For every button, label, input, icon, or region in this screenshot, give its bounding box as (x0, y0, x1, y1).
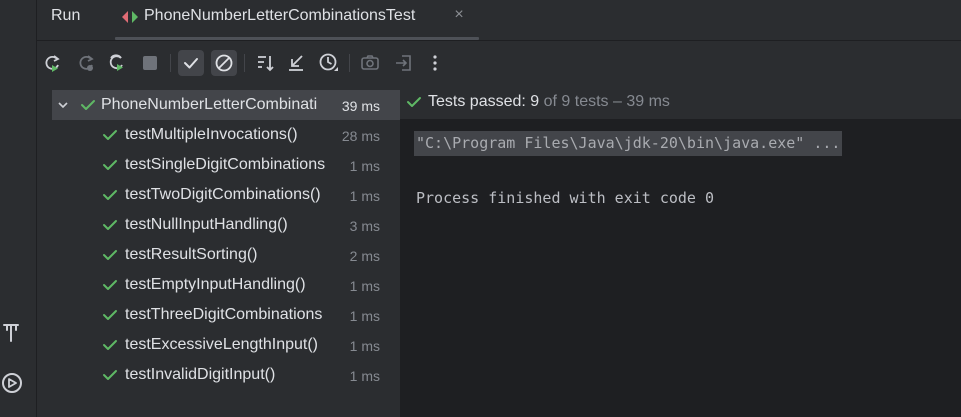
screenshot-icon[interactable] (357, 50, 383, 76)
console-command-line[interactable]: "C:\Program Files\Java\jdk-20\bin\java.e… (414, 131, 843, 156)
check-icon (102, 157, 118, 173)
check-icon (102, 127, 118, 143)
test-name: testEmptyInputHandling() (125, 276, 306, 293)
check-icon (406, 94, 422, 110)
show-passed-icon[interactable] (178, 50, 204, 76)
test-duration: 2 ms (349, 248, 380, 264)
toolbar-separator (244, 54, 245, 72)
sort-by-duration-icon[interactable] (316, 50, 342, 76)
check-icon (102, 307, 118, 323)
more-options-icon[interactable] (422, 50, 448, 76)
toolbar-separator (349, 54, 350, 72)
panel-title: Run (51, 7, 81, 24)
tree-root-time: 39 ms (341, 98, 380, 114)
rerun-failed-icon[interactable] (73, 50, 99, 76)
status-prefix: Tests passed: (428, 93, 531, 110)
build-hammer-icon[interactable] (0, 321, 24, 345)
toggle-auto-test-icon[interactable] (104, 50, 130, 76)
status-suffix: of 9 tests – 39 ms (539, 93, 670, 110)
test-name: testMultipleInvocations() (125, 126, 298, 143)
status-passed-count: 9 (530, 93, 540, 110)
run-panel-header: Run PhoneNumberLetterCombinationsTest × (37, 0, 961, 41)
test-name: testResultSorting() (125, 246, 258, 263)
run-toolbar (37, 41, 961, 85)
test-results-tree: PhoneNumberLetterCombinati 39 ms testMul… (52, 88, 400, 417)
test-name: testThreeDigitCombinations (125, 306, 323, 323)
stop-icon[interactable] (137, 50, 163, 76)
show-ignored-icon[interactable] (211, 50, 237, 76)
check-icon (102, 217, 118, 233)
services-icon[interactable] (0, 371, 24, 395)
test-duration: 1 ms (349, 188, 380, 204)
test-status-bar: Tests passed: 9 of 9 tests – 39 ms (400, 85, 961, 119)
test-run-icon (121, 9, 139, 25)
close-icon[interactable]: × (451, 7, 467, 23)
check-icon (102, 277, 118, 293)
test-row[interactable]: testEmptyInputHandling() 1 ms (52, 270, 400, 300)
sort-alphabetically-icon[interactable] (252, 50, 278, 76)
test-duration: 1 ms (349, 308, 380, 324)
tree-root-row[interactable]: PhoneNumberLetterCombinati 39 ms (52, 90, 400, 120)
toolbar-separator (170, 54, 171, 72)
test-name: testNullInputHandling() (125, 216, 288, 233)
test-row[interactable]: testSingleDigitCombinations 1 ms (52, 150, 400, 180)
test-duration: 1 ms (349, 278, 380, 294)
console-result-line: Process finished with exit code 0 (416, 189, 715, 207)
tab-label: PhoneNumberLetterCombinationsTest (144, 7, 416, 24)
test-duration: 1 ms (349, 338, 380, 354)
rerun-icon[interactable] (39, 50, 65, 76)
test-duration: 1 ms (349, 158, 380, 174)
export-results-icon[interactable] (391, 50, 417, 76)
test-row[interactable]: testNullInputHandling() 3 ms (52, 210, 400, 240)
test-row[interactable]: testThreeDigitCombinations 1 ms (52, 300, 400, 330)
test-duration: 3 ms (349, 218, 380, 234)
check-icon (102, 367, 118, 383)
left-tool-strip (0, 0, 37, 417)
check-icon (80, 97, 96, 113)
check-icon (102, 187, 118, 203)
chevron-down-icon[interactable] (56, 98, 70, 112)
test-name: testInvalidDigitInput() (125, 366, 276, 383)
check-icon (102, 247, 118, 263)
test-duration: 28 ms (341, 128, 380, 144)
test-name: testTwoDigitCombinations() (125, 186, 321, 203)
test-name: testExcessiveLengthInput() (125, 336, 318, 353)
tab-test-run[interactable]: PhoneNumberLetterCombinationsTest × (115, 0, 479, 40)
test-name: testSingleDigitCombinations (125, 156, 326, 173)
test-row[interactable]: testResultSorting() 2 ms (52, 240, 400, 270)
check-icon (102, 337, 118, 353)
test-row[interactable]: testInvalidDigitInput() 1 ms (52, 360, 400, 390)
collapse-all-icon[interactable] (283, 50, 309, 76)
test-status-text: Tests passed: 9 of 9 tests – 39 ms (428, 93, 670, 111)
test-row[interactable]: testTwoDigitCombinations() 1 ms (52, 180, 400, 210)
tree-root-label: PhoneNumberLetterCombinati (101, 96, 318, 113)
test-row[interactable]: testExcessiveLengthInput() 1 ms (52, 330, 400, 360)
test-row[interactable]: testMultipleInvocations() 28 ms (52, 120, 400, 150)
test-duration: 1 ms (349, 368, 380, 384)
